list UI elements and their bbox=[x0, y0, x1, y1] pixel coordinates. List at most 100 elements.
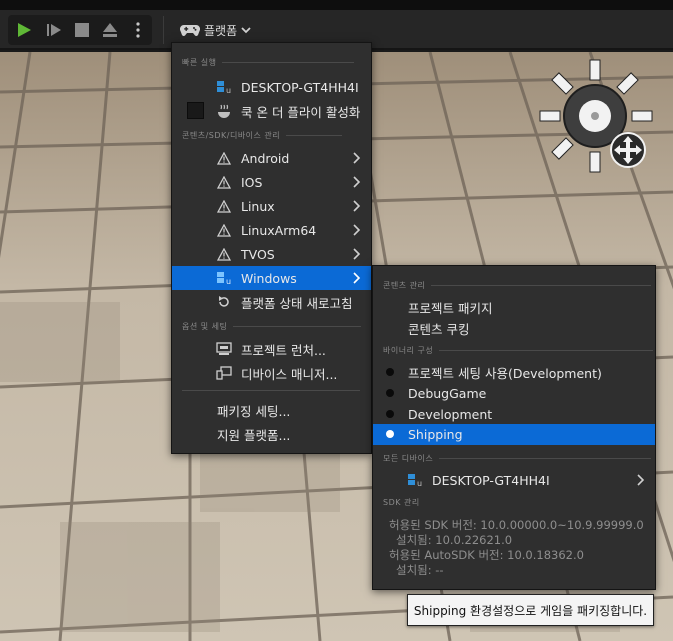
content-sdk-header-text: 콘텐츠/SDK/디바이스 관리 bbox=[182, 131, 281, 140]
stop-icon bbox=[75, 23, 89, 37]
cook-on-fly-toggle[interactable]: 쿡 온 더 플라이 활성화 bbox=[172, 99, 371, 123]
windows-submenu: 콘텐츠 관리 프로젝트 패키지 콘텐츠 쿠킹 바이너리 구성 프로젝트 세팅 사… bbox=[372, 265, 656, 590]
binary-header-text: 바이너리 구성 bbox=[383, 346, 434, 355]
autosdk-installed-version: 설치됨: -- bbox=[396, 563, 444, 577]
sdk-allowed-version: 허용된 SDK 버전: 10.0.00000.0~10.9.99999.0 bbox=[389, 518, 644, 532]
refresh-icon bbox=[216, 294, 232, 310]
gamepad-icon bbox=[180, 24, 200, 36]
eject-icon bbox=[103, 23, 117, 37]
chevron-right-icon bbox=[353, 176, 361, 188]
windows-device-icon: u bbox=[407, 472, 423, 488]
sdk-header-text: SDK 관리 bbox=[383, 498, 420, 507]
platforms-button[interactable]: 플랫폼 bbox=[176, 15, 260, 45]
packaging-settings-item[interactable]: 패키징 세팅... bbox=[172, 398, 371, 422]
chevron-right-icon bbox=[353, 248, 361, 260]
play-icon bbox=[18, 23, 31, 37]
supported-platforms-label: 지원 플랫폼... bbox=[217, 427, 291, 443]
sdk-installed-version: 설치됨: 10.0.22621.0 bbox=[396, 533, 513, 547]
quick-launch-header: 빠른 실행 bbox=[182, 57, 355, 68]
device-manager-item[interactable]: 디바이스 매니저... bbox=[172, 361, 371, 385]
config-shipping[interactable]: Shipping bbox=[373, 424, 655, 445]
quick-launch-device[interactable]: u DESKTOP-GT4HH4I bbox=[172, 75, 371, 99]
content-sdk-header: 콘텐츠/SDK/디바이스 관리 bbox=[182, 130, 343, 141]
autosdk-allowed-version: 허용된 AutoSDK 버전: 10.0.18362.0 bbox=[389, 548, 584, 562]
refresh-platform-status[interactable]: 플랫폼 상태 새로고침 bbox=[172, 290, 371, 314]
config-label: DebugGame bbox=[408, 385, 487, 401]
platforms-menu: 빠른 실행 u DESKTOP-GT4HH4I 쿡 온 더 플라이 활성화 콘텐… bbox=[171, 42, 372, 454]
menu-divider bbox=[182, 390, 360, 391]
device-item[interactable]: u DESKTOP-GT4HH4I bbox=[373, 468, 655, 492]
platforms-label: 플랫폼 bbox=[204, 23, 238, 38]
title-strip bbox=[0, 0, 673, 10]
radio-dot bbox=[386, 368, 394, 376]
platform-label: Android bbox=[241, 150, 290, 166]
platform-android[interactable]: Android bbox=[172, 146, 371, 170]
header-divider bbox=[431, 285, 652, 286]
cook-content-item[interactable]: 콘텐츠 쿠킹 bbox=[373, 316, 655, 340]
platform-label: IOS bbox=[241, 174, 263, 190]
config-label: Shipping bbox=[408, 427, 463, 442]
platform-tvos[interactable]: TVOS bbox=[172, 242, 371, 266]
platform-linuxarm64[interactable]: LinuxArm64 bbox=[172, 218, 371, 242]
warning-icon bbox=[216, 150, 232, 166]
platform-windows[interactable]: u Windows bbox=[172, 266, 371, 290]
shipping-tooltip: Shipping 환경설정으로 게임을 패키징합니다. bbox=[407, 594, 654, 626]
cook-pot-icon bbox=[216, 103, 232, 119]
cook-on-fly-label: 쿡 온 더 플라이 활성화 bbox=[241, 104, 361, 120]
stop-button[interactable] bbox=[68, 15, 96, 45]
platform-ios[interactable]: IOS bbox=[172, 170, 371, 194]
cook-on-fly-checkbox[interactable] bbox=[187, 102, 204, 119]
warning-icon bbox=[216, 246, 232, 262]
platform-label: TVOS bbox=[241, 246, 275, 262]
devices-header-text: 모든 디바이스 bbox=[383, 454, 434, 463]
chevron-right-icon bbox=[353, 200, 361, 212]
device-manager-label: 디바이스 매니저... bbox=[241, 366, 338, 382]
svg-text:u: u bbox=[226, 86, 231, 94]
device-label: DESKTOP-GT4HH4I bbox=[432, 472, 550, 488]
options-header: 옵션 및 세팅 bbox=[182, 321, 362, 332]
platform-label: Windows bbox=[241, 270, 297, 286]
refresh-status-label: 플랫폼 상태 새로고침 bbox=[241, 295, 353, 311]
light-gizmo-icon[interactable] bbox=[538, 58, 654, 174]
more-options-icon bbox=[136, 22, 140, 38]
launcher-icon bbox=[216, 341, 232, 357]
package-project-label: 프로젝트 패키지 bbox=[408, 300, 493, 316]
options-header-text: 옵션 및 세팅 bbox=[182, 322, 228, 331]
radio-dot bbox=[386, 430, 394, 438]
radio-dot bbox=[386, 389, 394, 397]
play-button[interactable] bbox=[10, 15, 38, 45]
sdk-management-header: SDK 관리 bbox=[383, 497, 420, 508]
supported-platforms-item[interactable]: 지원 플랫폼... bbox=[172, 422, 371, 446]
chevron-down-icon bbox=[241, 27, 251, 34]
header-divider bbox=[222, 62, 355, 63]
config-development[interactable]: Development bbox=[373, 402, 655, 426]
quick-device-label: DESKTOP-GT4HH4I bbox=[241, 79, 359, 95]
project-launcher-item[interactable]: 프로젝트 런처... bbox=[172, 337, 371, 361]
svg-text:u: u bbox=[226, 277, 231, 285]
content-management-header: 콘텐츠 관리 bbox=[383, 280, 652, 291]
binary-config-header: 바이너리 구성 bbox=[383, 345, 654, 356]
platform-label: Linux bbox=[241, 198, 275, 214]
warning-icon bbox=[216, 198, 232, 214]
all-devices-header: 모든 디바이스 bbox=[383, 453, 652, 464]
config-label: Development bbox=[408, 406, 493, 422]
header-divider bbox=[286, 135, 343, 136]
chevron-right-icon bbox=[637, 474, 645, 486]
platform-linux[interactable]: Linux bbox=[172, 194, 371, 218]
chevron-right-icon bbox=[353, 272, 361, 284]
content-header-text: 콘텐츠 관리 bbox=[383, 281, 426, 290]
advance-frame-button[interactable] bbox=[40, 15, 68, 45]
header-divider bbox=[439, 350, 654, 351]
radio-dot bbox=[386, 410, 394, 418]
play-controls bbox=[8, 15, 152, 45]
play-options-button[interactable] bbox=[124, 15, 152, 45]
header-divider bbox=[439, 458, 652, 459]
cook-content-label: 콘텐츠 쿠킹 bbox=[408, 321, 470, 337]
packaging-settings-label: 패키징 세팅... bbox=[217, 403, 291, 419]
config-label: 프로젝트 세팅 사용(Development) bbox=[408, 365, 602, 381]
quick-launch-header-text: 빠른 실행 bbox=[182, 58, 217, 67]
chevron-right-icon bbox=[353, 224, 361, 236]
chevron-right-icon bbox=[353, 152, 361, 164]
warning-icon bbox=[216, 174, 232, 190]
eject-button[interactable] bbox=[96, 15, 124, 45]
